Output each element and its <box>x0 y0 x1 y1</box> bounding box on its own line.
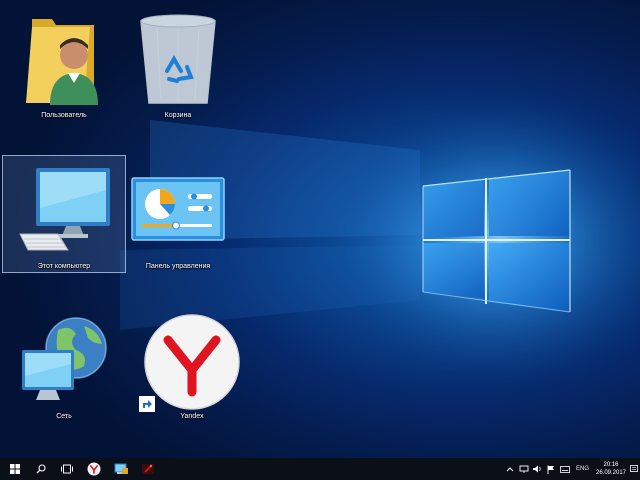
tray-network[interactable] <box>519 458 529 480</box>
desktop-icon-this-pc[interactable]: Этот компьютер <box>2 155 126 273</box>
action-flag-icon <box>547 465 554 474</box>
notification-icon <box>630 465 638 472</box>
task-view-icon <box>61 464 73 474</box>
notifications-button[interactable] <box>630 458 638 480</box>
desktop-icon-label: Корзина <box>164 112 192 119</box>
shortcut-arrow-icon <box>139 396 155 412</box>
user-folder-icon <box>26 19 98 105</box>
desktop-icon-recycle-bin[interactable]: Корзина <box>116 4 240 122</box>
desktop-icon-label: Этот компьютер <box>37 263 91 270</box>
clock-date: 26.09.2017 <box>595 470 627 476</box>
explorer-taskbar-icon <box>114 463 128 474</box>
control-panel-icon <box>131 177 225 241</box>
search-icon <box>36 464 46 474</box>
clock[interactable]: 20:16 26.09.2017 <box>594 461 628 477</box>
recycle-bin-icon <box>140 14 216 104</box>
start-button[interactable] <box>3 458 27 480</box>
desktop-icon-label: Пользователь <box>41 112 87 119</box>
desktop-icon-label: Сеть <box>56 413 72 420</box>
tray-overflow[interactable] <box>506 458 514 480</box>
taskbar-yandex[interactable] <box>82 458 106 480</box>
desktop-icon-user-folder[interactable]: Пользователь <box>2 4 126 122</box>
desktop-icon-yandex[interactable]: Yandex <box>130 305 254 423</box>
language-indicator[interactable]: ENG <box>576 458 589 480</box>
desktop[interactable]: Пользователь Корзина Этот компьютер Пане… <box>0 0 640 480</box>
desktop-icon-label: Панель управления <box>145 263 211 270</box>
task-view-button[interactable] <box>55 458 79 480</box>
taskbar: ENG 20:16 26.09.2017 <box>0 458 640 480</box>
chevron-up-icon <box>506 467 514 472</box>
network-tray-icon <box>519 465 529 473</box>
tray-volume[interactable] <box>533 458 543 480</box>
desktop-icon-network[interactable]: Сеть <box>2 305 126 423</box>
volume-icon <box>533 465 541 473</box>
app-taskbar-icon <box>142 464 154 474</box>
desktop-icon-label: Yandex <box>180 413 204 420</box>
clock-time: 20:16 <box>603 462 619 468</box>
tray-keyboard[interactable] <box>560 458 570 480</box>
keyboard-icon <box>560 465 570 473</box>
desktop-icon-control-panel[interactable]: Панель управления <box>116 155 240 273</box>
yandex-taskbar-icon <box>87 462 101 476</box>
taskbar-app[interactable] <box>136 458 160 480</box>
this-pc-icon <box>19 168 110 251</box>
search-button[interactable] <box>29 458 53 480</box>
tray-flag[interactable] <box>547 458 555 480</box>
start-icon <box>10 464 20 474</box>
network-icon <box>22 317 107 400</box>
yandex-browser-icon <box>144 314 240 410</box>
taskbar-explorer[interactable] <box>109 458 133 480</box>
